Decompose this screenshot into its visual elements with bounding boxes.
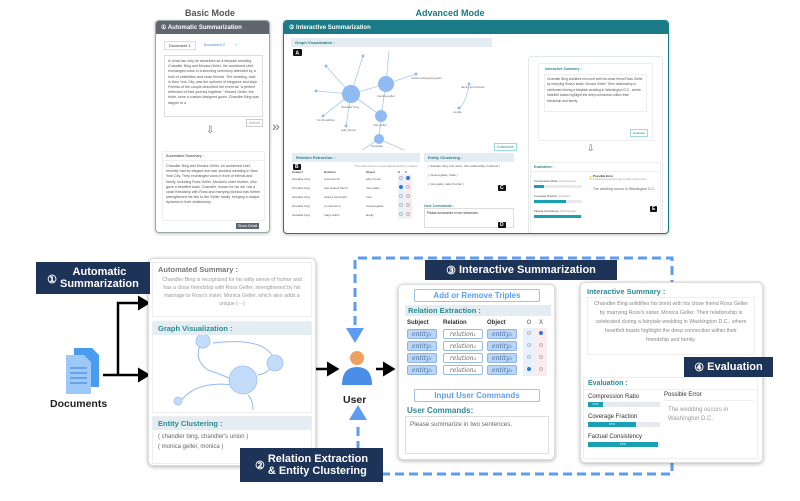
- relation-chip: relation₂: [443, 341, 483, 351]
- automated-summary-text: Chandler Bing is recognized for his witt…: [162, 277, 302, 307]
- automatic-output-card: Automated Summary : Chandler Bing is rec…: [148, 258, 316, 466]
- metric-bar: 21%: [588, 402, 660, 407]
- mini-graph: [173, 333, 284, 411]
- graph-visualization-section: Graph Visualization :: [152, 321, 312, 413]
- triple-row: entity₅ relation₄ entity₆: [407, 364, 547, 376]
- input-user-commands-button[interactable]: Input User Commands: [414, 389, 540, 402]
- cluster-item: ( chandler bing, chandler's union ): [158, 434, 249, 440]
- evaluation-section: Evaluation : Compression Ratio 21% Coverag…: [583, 377, 758, 459]
- step1-number: ①: [47, 273, 57, 286]
- subject-entity: entity₅: [407, 365, 437, 375]
- metric: Factual Consistency 97%: [588, 434, 688, 447]
- add-remove-triples-button[interactable]: Add or Remove Triples: [414, 289, 540, 302]
- col-subject: Subject: [407, 319, 429, 326]
- relation-title: Relation Extraction :: [405, 305, 551, 316]
- metric-bar: 67%: [588, 422, 660, 427]
- triple-row: entity₁ relation₁ entity₂: [407, 328, 547, 340]
- step4-label: ④ Evaluation: [684, 357, 773, 377]
- step3-line1: Interactive Summarization: [458, 264, 596, 276]
- keep-radio[interactable]: [527, 331, 531, 335]
- step2-line1: Relation Extraction: [267, 452, 369, 465]
- documents-icon: [66, 348, 99, 394]
- evaluation-title: Evaluation :: [584, 378, 757, 390]
- relation-chip: relation₁: [443, 329, 483, 339]
- col-remove: X: [538, 319, 543, 326]
- remove-radio[interactable]: [539, 343, 543, 347]
- commands-title: User Commands:: [407, 406, 474, 415]
- keep-radio[interactable]: [527, 343, 531, 347]
- relation-chip: relation₃: [443, 353, 483, 363]
- user-label: User: [343, 394, 367, 406]
- documents-label: Documents: [50, 398, 108, 410]
- metric-name: Factual Consistency: [588, 434, 643, 440]
- step4-line1: Evaluation: [707, 361, 763, 373]
- possible-error-text: The wedding occurs in Washington D.C.: [668, 407, 729, 422]
- subject-entity: entity₁: [407, 341, 437, 351]
- col-relation: Relation: [443, 319, 467, 326]
- object-entity: entity₆: [487, 365, 517, 375]
- user-icon: [342, 351, 372, 385]
- step2-line2: & Entity Clustering: [267, 465, 367, 477]
- step1-label: ① Automatic Summarization: [36, 262, 150, 294]
- interactive-card: Add or Remove Triples Relation Extractio…: [398, 284, 555, 460]
- step2-label: ② Relation Extraction & Entity Clustering: [240, 448, 383, 482]
- remove-radio[interactable]: [539, 331, 543, 335]
- remove-radio[interactable]: [539, 367, 543, 371]
- interactive-summary-text[interactable]: Chandler Bing solidifies his bond with h…: [587, 297, 755, 355]
- step1-line2: Summarization: [60, 278, 139, 290]
- triple-row: entity₁ relation₃ entity₃: [407, 352, 547, 364]
- col-object: Object: [487, 319, 506, 326]
- metric-bar-fill: 21%: [588, 402, 604, 407]
- step4-number: ④: [694, 361, 705, 374]
- metric-bar: 97%: [588, 442, 660, 447]
- subject-entity: entity₁: [407, 353, 437, 363]
- keep-radio[interactable]: [527, 367, 531, 371]
- relation-chip: relation₄: [443, 365, 483, 375]
- metric-bar-fill: 67%: [588, 422, 637, 427]
- interactive-summary-title: Interactive Summary :: [587, 287, 666, 296]
- keep-radio[interactable]: [527, 355, 531, 359]
- step3-label: ③ Interactive Summarization: [425, 260, 617, 280]
- graph-title: Graph Visualization :: [153, 322, 311, 335]
- possible-error-title: Possible Error: [664, 392, 754, 401]
- object-entity: entity₂: [487, 329, 517, 339]
- possible-error-panel: Possible Error The wedding occurs in Was…: [664, 392, 754, 429]
- subject-entity: entity₁: [407, 329, 437, 339]
- automated-summary-section: Automated Summary : Chandler Bing is rec…: [152, 262, 312, 317]
- step3-number: ③: [446, 264, 456, 277]
- clustering-title: Entity Clustering :: [153, 417, 311, 430]
- triple-row: entity₁ relation₂ entity₃: [407, 340, 547, 352]
- automated-summary-title: Automated Summary :: [158, 265, 239, 274]
- metric-bar-fill: 97%: [588, 442, 658, 447]
- col-keep: O: [526, 319, 532, 326]
- user-commands-input[interactable]: Please summarize in two sentences.: [405, 416, 549, 454]
- step1-line1: Automatic: [72, 266, 127, 279]
- triples-table: Subject Relation Object O X entity₁ relat…: [407, 317, 547, 376]
- step2-number: ②: [254, 459, 265, 472]
- remove-radio[interactable]: [539, 355, 543, 359]
- arrow-docs-to-summary: [116, 295, 151, 375]
- object-entity: entity₃: [487, 353, 517, 363]
- object-entity: entity₃: [487, 341, 517, 351]
